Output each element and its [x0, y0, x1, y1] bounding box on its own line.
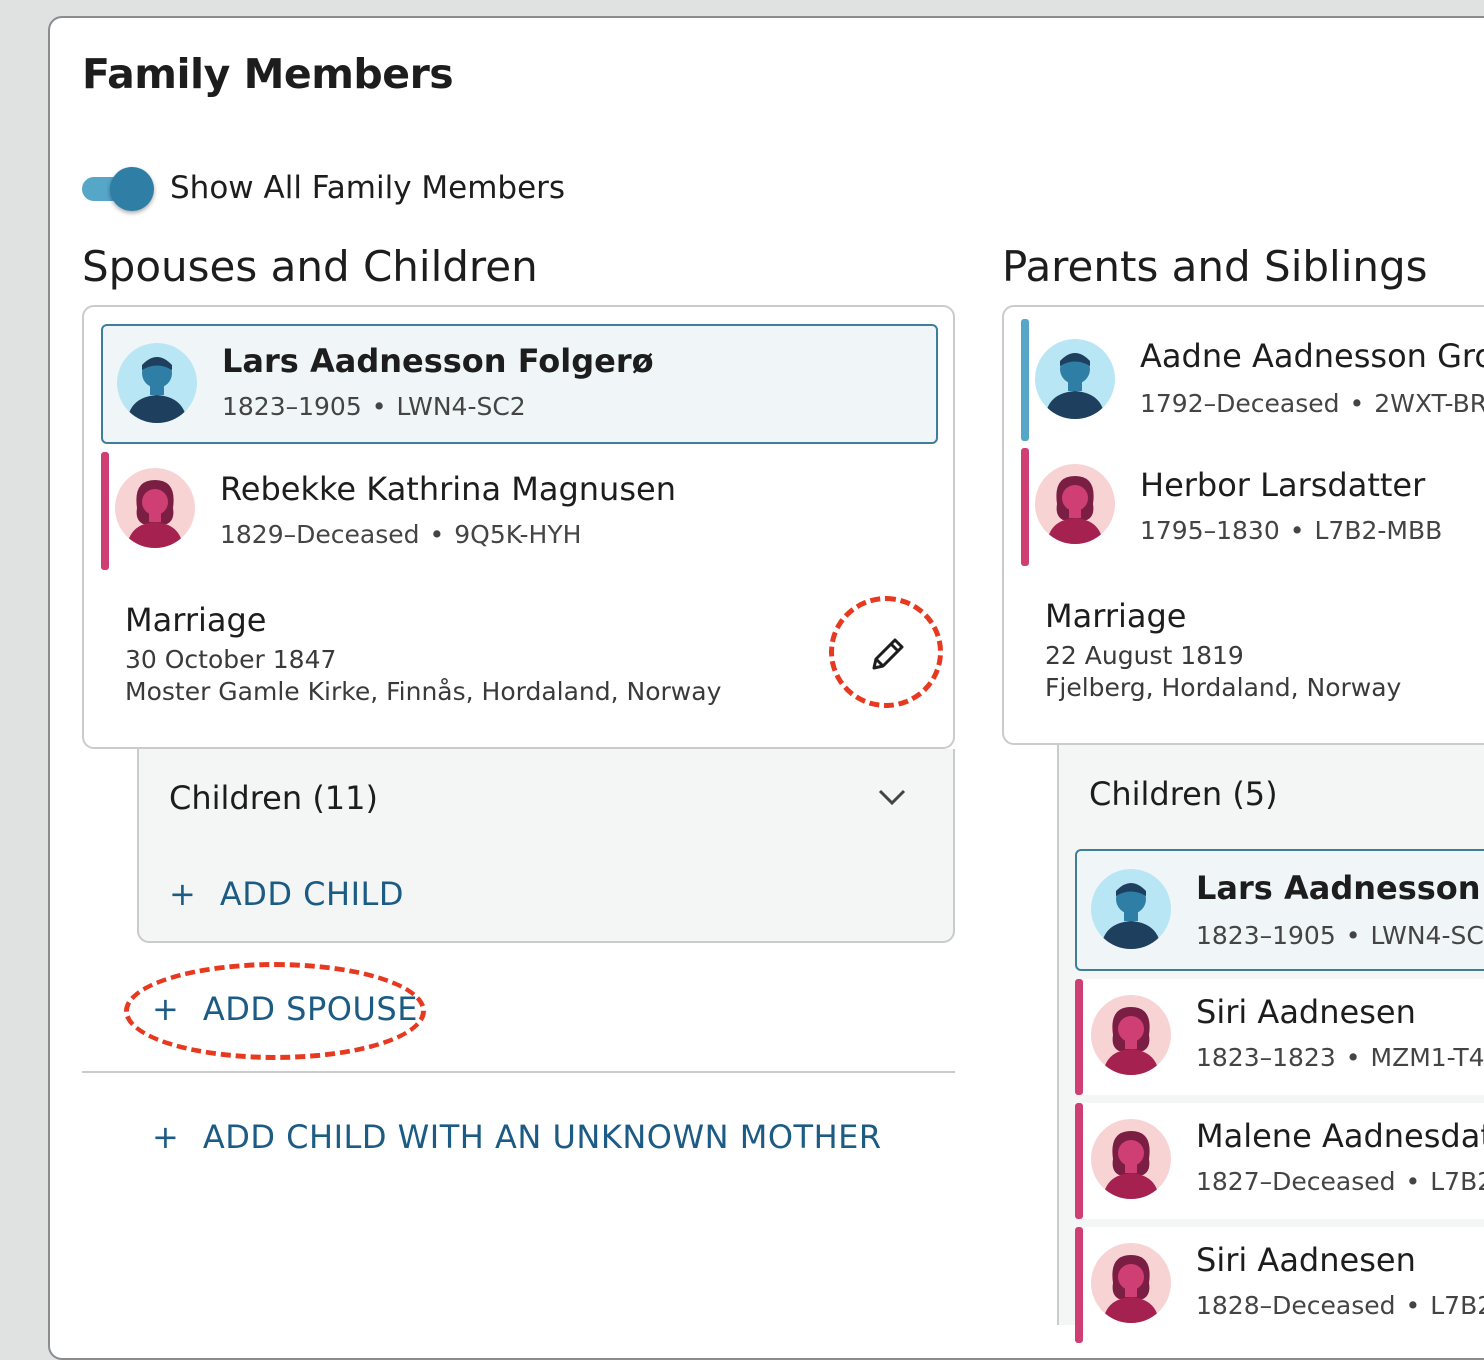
sibling-meta: 1827–Deceased•L7B2-9	[1196, 1167, 1484, 1196]
female-avatar-icon	[1035, 464, 1115, 544]
sibling-row-focus[interactable]: Lars Aadnesson Fo 1823–1905•LWN4-SC2	[1075, 849, 1484, 971]
sibling-name[interactable]: Siri Aadnesen	[1196, 1241, 1416, 1279]
parents-section-title: Parents and Siblings	[1002, 242, 1428, 291]
add-child-unknown-mother-button[interactable]: + ADD CHILD WITH AN UNKNOWN MOTHER	[152, 1118, 882, 1156]
mother-row[interactable]: Herbor Larsdatter 1795–1830 • L7B2-MBB	[1021, 448, 1484, 566]
parents-marriage-place: Fjelberg, Hordaland, Norway	[1045, 673, 1402, 702]
add-child-button[interactable]: + ADD CHILD	[169, 875, 404, 913]
sibling-row[interactable]: Siri Aadnesen 1828–Deceased•L7B2-9	[1075, 1227, 1484, 1343]
female-accent-bar	[1075, 979, 1083, 1095]
annotation-circle-add-spouse	[124, 962, 426, 1060]
female-avatar-icon	[1091, 995, 1171, 1075]
sibling-meta: 1823–1905•LWN4-SC2	[1196, 921, 1484, 950]
page-title: Family Members	[82, 50, 454, 98]
mother-meta: 1795–1830 • L7B2-MBB	[1140, 516, 1443, 545]
male-avatar-icon	[117, 343, 197, 423]
annotation-circle-edit	[829, 596, 943, 708]
marriage-label: Marriage	[125, 601, 267, 639]
children-section: Children (11) + ADD CHILD	[137, 749, 955, 943]
male-avatar-icon	[1091, 869, 1171, 949]
male-avatar-icon	[1035, 339, 1115, 419]
father-name[interactable]: Aadne Aadnesson Grov	[1140, 337, 1484, 375]
chevron-down-icon[interactable]	[877, 787, 907, 807]
marriage-place: Moster Gamle Kirke, Finnås, Hordaland, N…	[125, 677, 722, 706]
spouse-row[interactable]: Rebekke Kathrina Magnusen 1829–Deceased •…	[101, 452, 938, 570]
focus-person-meta: 1823–1905 • LWN4-SC2	[222, 392, 526, 421]
siblings-section: Children (5) Lars Aadnesson Fo 1823–1905…	[1057, 745, 1484, 1343]
sibling-name[interactable]: Siri Aadnesen	[1196, 993, 1416, 1031]
female-avatar-icon	[1091, 1119, 1171, 1199]
father-row[interactable]: Aadne Aadnesson Grov 1792–Deceased • 2WXT-…	[1021, 319, 1484, 441]
plus-icon: +	[169, 875, 196, 913]
father-meta: 1792–Deceased•2WXT-BRW	[1140, 389, 1484, 418]
spouse-meta: 1829–Deceased • 9Q5K-HYH	[220, 520, 582, 549]
female-avatar-icon	[1091, 1243, 1171, 1323]
sibling-row[interactable]: Malene Aadnesdatt 1827–Deceased•L7B2-9	[1075, 1103, 1484, 1219]
parents-marriage-label: Marriage	[1045, 597, 1187, 635]
spouse-name[interactable]: Rebekke Kathrina Magnusen	[220, 470, 676, 508]
focus-person-name[interactable]: Lars Aadnesson Folgerø	[222, 342, 654, 380]
female-accent-bar	[101, 452, 109, 570]
male-accent-bar	[1021, 319, 1029, 441]
focus-person-row[interactable]: Lars Aadnesson Folgerø 1823–1905 • LWN4-SC…	[101, 324, 938, 444]
female-avatar-icon	[115, 468, 195, 548]
sibling-name[interactable]: Lars Aadnesson Fo	[1196, 869, 1484, 907]
plus-icon: +	[152, 1118, 179, 1156]
mother-name[interactable]: Herbor Larsdatter	[1140, 466, 1425, 504]
sibling-name[interactable]: Malene Aadnesdatt	[1196, 1117, 1484, 1155]
sibling-row[interactable]: Siri Aadnesen 1823–1823•MZM1-T4P	[1075, 979, 1484, 1095]
female-accent-bar	[1075, 1227, 1083, 1343]
female-accent-bar	[1075, 1103, 1083, 1219]
marriage-date: 30 October 1847	[125, 645, 337, 674]
parents-card: Aadne Aadnesson Grov 1792–Deceased • 2WXT-…	[1002, 305, 1484, 745]
sibling-meta: 1823–1823•MZM1-T4P	[1196, 1043, 1484, 1072]
toggle-knob[interactable]	[110, 167, 154, 211]
children-header[interactable]: Children (11)	[169, 779, 378, 817]
toggle-label: Show All Family Members	[170, 170, 566, 206]
female-accent-bar	[1021, 448, 1029, 566]
couple-card: Lars Aadnesson Folgerø 1823–1905 • LWN4-SC…	[82, 305, 955, 749]
siblings-header[interactable]: Children (5)	[1089, 775, 1278, 813]
parents-marriage-date: 22 August 1819	[1045, 641, 1244, 670]
divider	[82, 1071, 955, 1073]
spouses-section-title: Spouses and Children	[82, 242, 538, 291]
